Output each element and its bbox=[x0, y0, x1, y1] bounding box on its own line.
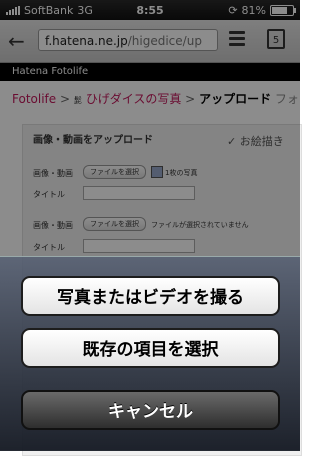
take-photo-button[interactable]: 写真またはビデオを撮る bbox=[21, 276, 280, 316]
cancel-button[interactable]: キャンセル bbox=[21, 390, 280, 430]
choose-existing-button[interactable]: 既存の項目を選択 bbox=[21, 328, 280, 368]
action-sheet: 写真またはビデオを撮る 既存の項目を選択 キャンセル bbox=[0, 256, 300, 451]
